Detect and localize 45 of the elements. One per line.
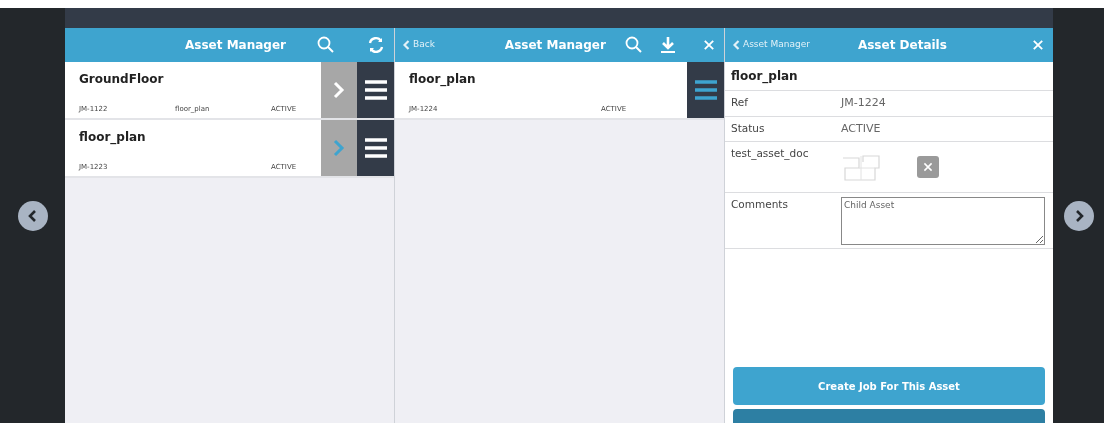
menu-icon <box>694 80 717 100</box>
close-icon <box>1031 38 1045 52</box>
remove-button[interactable] <box>917 156 939 178</box>
asset-name: GroundFloor <box>79 71 165 88</box>
menu-button[interactable] <box>357 120 394 176</box>
asset-name: floor_plan <box>731 68 798 85</box>
close-button[interactable] <box>1031 38 1045 52</box>
download-icon <box>658 35 678 55</box>
close-button[interactable] <box>702 38 716 52</box>
chevron-left-icon <box>403 40 410 50</box>
field-value: JM-1224 <box>841 95 886 111</box>
field-value: ACTIVE <box>841 120 881 137</box>
header-title: Asset Manager <box>185 37 286 54</box>
download-button[interactable] <box>658 35 678 55</box>
refresh-button[interactable] <box>366 35 386 55</box>
create-job-button[interactable]: Create Job For This Asset <box>733 367 1045 405</box>
comments-field[interactable]: Child Asset <box>841 197 1045 245</box>
field-label: Comments <box>731 197 789 212</box>
menu-icon <box>364 80 387 100</box>
asset-name: floor_plan <box>409 71 477 88</box>
previous-button[interactable] <box>17 200 48 231</box>
search-icon <box>624 35 644 55</box>
chevron-right-icon <box>1073 209 1084 222</box>
field-label: Status <box>731 120 766 136</box>
chevron-right-icon <box>333 81 345 99</box>
chevron-left-icon <box>733 40 740 50</box>
refresh-icon <box>366 35 386 55</box>
close-icon <box>922 161 934 173</box>
header-title: Asset Manager <box>504 37 606 54</box>
back-link[interactable]: Asset Manager <box>733 38 810 52</box>
search-button[interactable] <box>316 35 336 55</box>
search-button[interactable] <box>624 35 644 55</box>
asset-name: floor_plan <box>79 129 147 146</box>
chevron-left-icon <box>27 209 38 222</box>
next-button[interactable] <box>1063 200 1094 231</box>
field-label: Ref <box>731 95 749 110</box>
floor-plan-thumbnail <box>841 154 881 182</box>
close-icon <box>702 38 716 52</box>
back-link[interactable]: Back <box>403 38 435 52</box>
header-title: Asset Details <box>857 37 947 54</box>
search-icon <box>316 35 336 55</box>
field-label: test_asset_doc <box>731 146 810 162</box>
menu-icon <box>364 138 387 158</box>
menu-button[interactable] <box>357 62 394 118</box>
chevron-right-icon <box>333 139 345 157</box>
